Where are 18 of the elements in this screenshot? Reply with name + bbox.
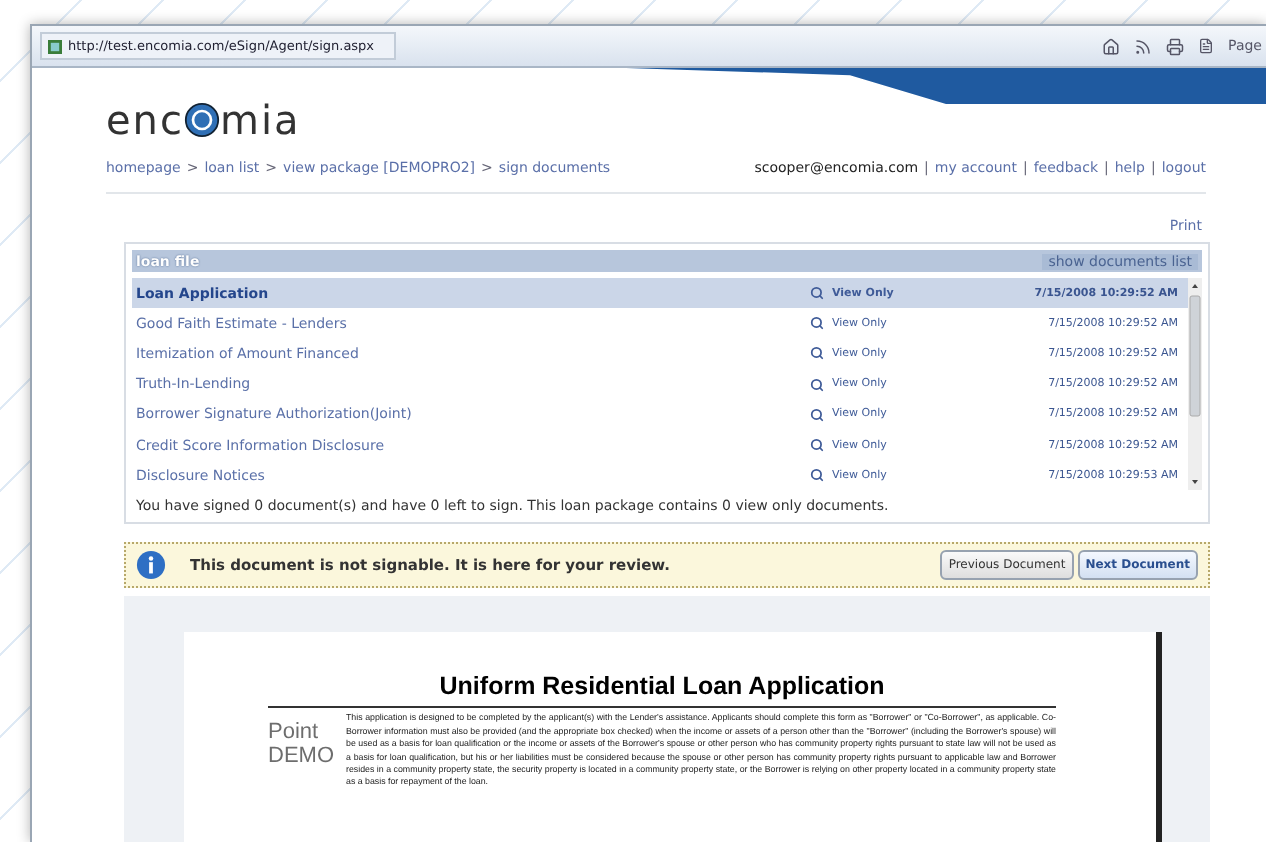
search-icon xyxy=(810,438,824,453)
search-icon xyxy=(810,346,824,361)
logo: enc mia xyxy=(106,96,301,144)
search-icon xyxy=(810,286,824,301)
scrollbar[interactable] xyxy=(1188,278,1202,490)
search-icon xyxy=(810,377,824,392)
search-icon xyxy=(810,407,824,422)
home-icon[interactable] xyxy=(1102,37,1121,55)
search-icon xyxy=(810,316,824,331)
demo-label: Point xyxy=(268,720,321,745)
feed-icon[interactable] xyxy=(1134,37,1153,55)
info-icon xyxy=(136,550,166,581)
page-icon[interactable] xyxy=(1198,38,1215,54)
page-icon xyxy=(48,39,62,53)
document-title: Uniform Residential Loan Application xyxy=(268,672,1056,709)
search-icon xyxy=(810,468,824,483)
demo-label: DEMO xyxy=(268,744,334,769)
print-icon[interactable] xyxy=(1166,37,1185,55)
